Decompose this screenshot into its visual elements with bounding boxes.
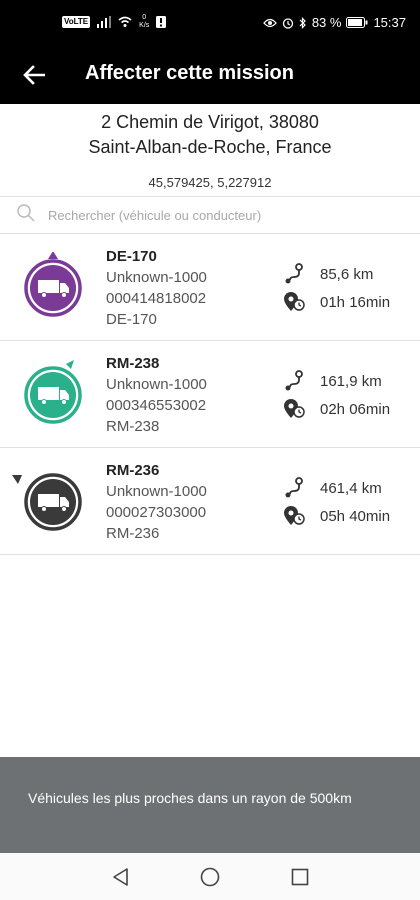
- vehicle-row[interactable]: RM-238 Unknown-1000 000346553002 RM-238 …: [0, 341, 420, 448]
- distance-value: 161,9 km: [320, 372, 382, 390]
- vehicle-id-number: 000027303000: [106, 504, 207, 521]
- vehicle-info: RM-236 Unknown-1000 000027303000 RM-236: [106, 460, 207, 544]
- vehicle-row[interactable]: DE-170 Unknown-1000 000414818002 DE-170 …: [0, 234, 420, 341]
- duration-metric: 05h 40min: [282, 504, 390, 528]
- distance-value: 461,4 km: [320, 479, 382, 497]
- search-bar: [0, 197, 420, 233]
- triangle-back-icon: [113, 868, 128, 886]
- duration-metric: 01h 16min: [282, 290, 390, 314]
- vehicle-plate: DE-170: [106, 311, 157, 328]
- vehicle-name: RM-236: [106, 462, 160, 479]
- truck-avatar-icon: [24, 252, 82, 317]
- arrow-left-icon: [23, 65, 45, 85]
- battery-icon: [346, 17, 368, 28]
- coordinates: 45,579425, 5,227912: [148, 175, 272, 190]
- vehicle-plate: RM-236: [106, 525, 160, 542]
- back-button[interactable]: [18, 60, 50, 90]
- footer-banner: Véhicules les plus proches dans un rayon…: [0, 757, 420, 853]
- route-icon: [285, 263, 303, 284]
- vehicle-info: RM-238 Unknown-1000 000346553002 RM-238: [106, 353, 207, 437]
- search-icon: [17, 204, 35, 222]
- status-right: 83 % 15:37: [262, 15, 406, 30]
- circle-home-icon: [200, 867, 220, 887]
- vehicle-info: DE-170 Unknown-1000 000414818002 DE-170: [106, 246, 207, 330]
- duration-value: 05h 40min: [320, 507, 391, 525]
- route-icon: [285, 477, 303, 498]
- location-time-icon: [284, 506, 305, 525]
- signal-icon: [97, 16, 112, 28]
- app-header: Affecter cette mission: [0, 46, 420, 104]
- nav-back-button[interactable]: [108, 865, 132, 889]
- vehicle-driver: Unknown-1000: [106, 376, 207, 393]
- volte-chip: VoLTE: [62, 16, 91, 28]
- square-recent-icon: [291, 868, 309, 886]
- distance-metric: 85,6 km: [282, 262, 373, 286]
- nav-recent-button[interactable]: [288, 865, 312, 889]
- vehicle-id-number: 000346553002: [106, 397, 207, 414]
- location-time-icon: [284, 292, 305, 311]
- distance-metric: 161,9 km: [282, 369, 382, 393]
- location-time-icon: [284, 399, 305, 418]
- duration-metric: 02h 06min: [282, 397, 390, 421]
- mission-address: 2 Chemin de Virigot, 38080 Saint-Alban-d…: [0, 110, 420, 160]
- eye-icon: [262, 18, 277, 27]
- system-nav-bar: [0, 853, 420, 900]
- duration-value: 02h 06min: [320, 400, 391, 418]
- status-left: VoLTE 0 K/s: [62, 14, 167, 30]
- duration-value: 01h 16min: [320, 293, 391, 311]
- vehicle-name: DE-170: [106, 248, 157, 265]
- vehicle-id-number: 000414818002: [106, 290, 207, 307]
- battery-percent: 83 %: [311, 15, 342, 30]
- address-line-2: Saint-Alban-de-Roche, France: [88, 137, 332, 157]
- vehicle-driver: Unknown-1000: [106, 269, 207, 286]
- address-line-1: 2 Chemin de Virigot, 38080: [101, 112, 319, 132]
- bluetooth-icon: [299, 16, 306, 29]
- status-bar: VoLTE 0 K/s 83 % 15:37: [0, 0, 420, 46]
- footer-text: Véhicules les plus proches dans un rayon…: [28, 790, 352, 806]
- speed-value: 0: [142, 14, 147, 21]
- vehicle-plate: RM-238: [106, 418, 160, 435]
- vehicle-list: DE-170 Unknown-1000 000414818002 DE-170 …: [0, 234, 420, 555]
- vehicle-name: RM-238: [106, 355, 160, 372]
- nav-home-button[interactable]: [198, 865, 222, 889]
- clock: 15:37: [373, 15, 406, 30]
- distance-value: 85,6 km: [320, 265, 374, 283]
- alarm-icon: [282, 17, 293, 29]
- vehicle-driver: Unknown-1000: [106, 483, 207, 500]
- wifi-icon: [118, 16, 132, 27]
- notification-icon: [156, 16, 167, 28]
- search-input[interactable]: [48, 205, 388, 225]
- truck-avatar-icon: [12, 473, 82, 531]
- data-speed: 0 K/s: [139, 14, 149, 30]
- route-icon: [285, 370, 303, 391]
- truck-avatar-icon: [24, 360, 82, 424]
- speed-unit: K/s: [139, 22, 150, 29]
- vehicle-row[interactable]: RM-236 Unknown-1000 000027303000 RM-236 …: [0, 448, 420, 555]
- distance-metric: 461,4 km: [282, 476, 382, 500]
- page-title: Affecter cette mission: [85, 62, 294, 84]
